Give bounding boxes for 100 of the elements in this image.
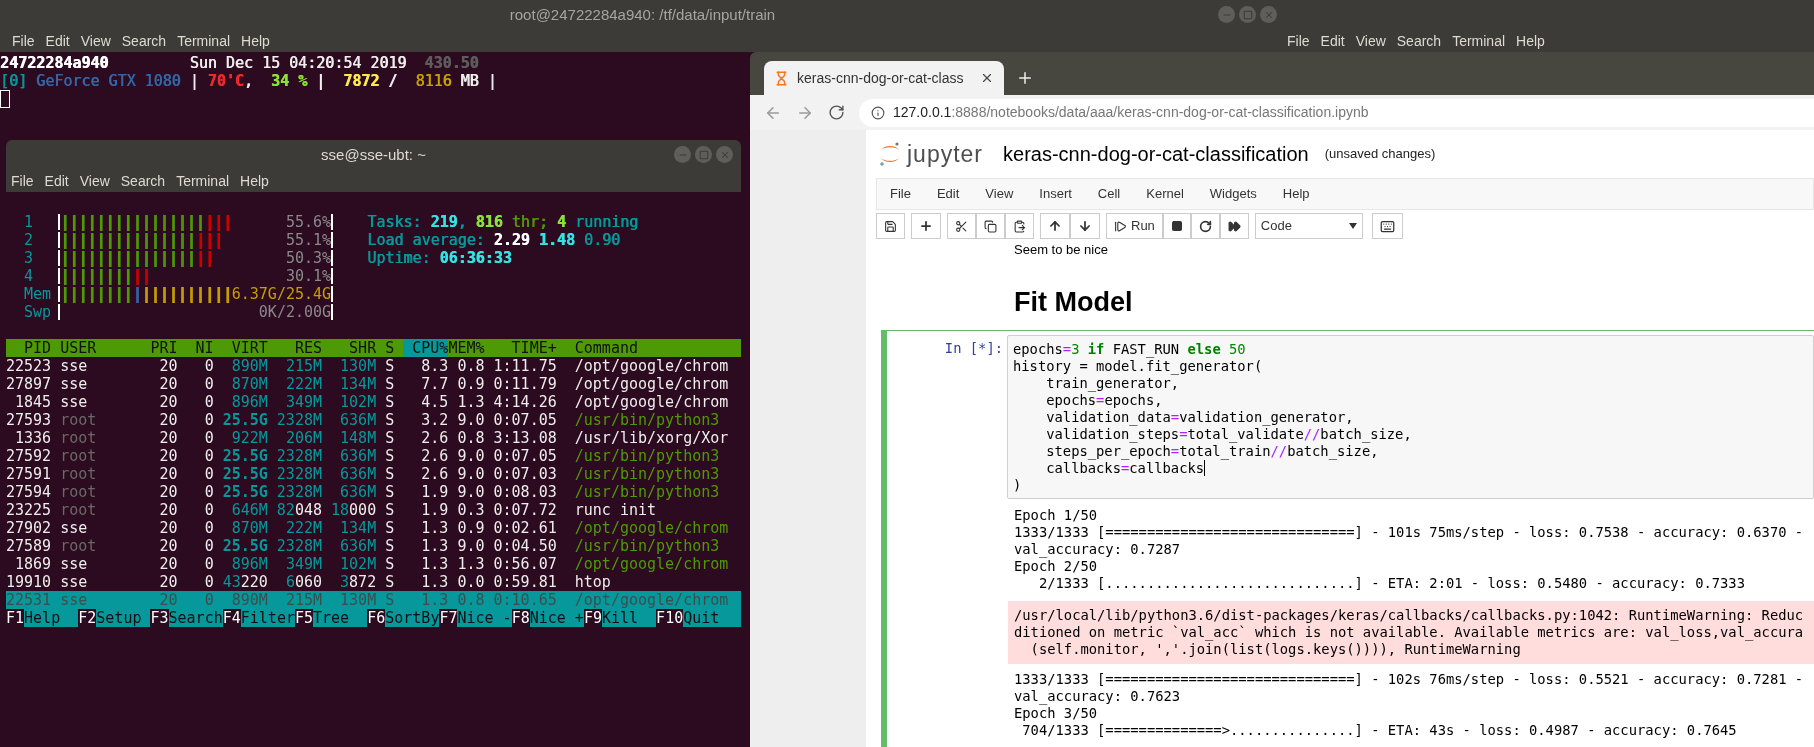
table-cell-text: 0: [203, 591, 214, 609]
menu-item[interactable]: Kernel: [1133, 184, 1197, 204]
process-row[interactable]: 1336 root 20 0 922M 206M 148M S 2.6 0.8 3:13.08 /usr/lib/xorg/Xor: [6, 429, 741, 447]
menu-item[interactable]: File: [877, 184, 924, 204]
status-text: ,: [457, 213, 468, 231]
menu-item[interactable]: File: [1287, 30, 1310, 52]
column-header[interactable]: CPU%: [403, 339, 449, 357]
menu-item[interactable]: Search: [121, 30, 167, 52]
menu-item[interactable]: Search: [120, 170, 166, 192]
reload-icon[interactable]: [828, 104, 845, 121]
menu-item[interactable]: View: [79, 170, 110, 192]
code-cell[interactable]: [881, 330, 1814, 747]
process-row[interactable]: 1869 sse 20 0 896M 349M 102M S 1.3 1.3 0:56.07 /opt/google/chrom: [6, 555, 741, 573]
code-line: steps_per_epoch=total_train//batch_size,: [1046, 443, 1379, 460]
terminal-text: GeForce GTX 1080: [35, 72, 181, 90]
menu-item[interactable]: Search: [1396, 30, 1442, 52]
process-row[interactable]: 22523 sse 20 0 890M 215M 130M S 8.3 0.8 1:11.75 /opt/google/chrom: [6, 357, 741, 375]
restart-button[interactable]: [1190, 213, 1220, 239]
process-row[interactable]: 27594 root 20 0 25.5G 2328M 636M S 1.9 9.0 0:08.03 /usr/bin/python3: [6, 483, 741, 501]
close-icon[interactable]: [980, 71, 994, 85]
status-text: running: [573, 213, 639, 231]
menu-item[interactable]: Insert: [1026, 184, 1085, 204]
paste-button[interactable]: [1005, 213, 1034, 239]
new-tab-icon[interactable]: [1016, 69, 1034, 87]
table-cell-text: 1.3: [420, 573, 449, 591]
menu-item[interactable]: View: [80, 30, 111, 52]
table-cell-text: 148M: [339, 429, 377, 447]
terminal-text: 7872: [343, 72, 380, 90]
menu-item[interactable]: Help: [1516, 30, 1545, 52]
table-cell-text: /opt/google/chrom: [573, 393, 730, 411]
move-down-button[interactable]: [1070, 213, 1100, 239]
table-cell-text: 102M: [339, 393, 377, 411]
code-editor[interactable]: [1007, 335, 1814, 499]
status-text: 816: [475, 213, 503, 231]
menu-item[interactable]: Edit: [44, 170, 69, 192]
table-cell-text: S: [384, 447, 396, 465]
table-cell: 27902: [6, 519, 52, 537]
process-row[interactable]: 19910 sse 20 0 43220 6060 3872 S 1.3 0.0 0:59.81 htop: [6, 573, 741, 591]
table-cell-text: 20: [158, 393, 178, 411]
column-header[interactable]: RES: [294, 339, 322, 357]
shortcuts-button[interactable]: [1371, 213, 1403, 239]
stop-button[interactable]: [1162, 213, 1191, 239]
menu-item[interactable]: Terminal: [1452, 30, 1506, 52]
notebook-title[interactable]: keras-cnn-dog-or-cat-classification: [1003, 139, 1309, 169]
copy-button[interactable]: [976, 213, 1005, 239]
column-header[interactable]: USER: [60, 339, 97, 357]
menu-item[interactable]: File: [12, 30, 35, 52]
column-header[interactable]: VIRT: [231, 339, 268, 357]
insert-cell-button[interactable]: [911, 213, 941, 239]
output-line: 1333/1333 [==============================] - 102s 76ms/step - loss: 0.5521 - accuracy: 0.7281 -: [1013, 671, 1804, 688]
column-header[interactable]: TIME+: [511, 339, 557, 357]
column-header[interactable]: NI: [195, 339, 214, 357]
column-header[interactable]: PID: [24, 339, 52, 357]
run-button[interactable]: Run: [1106, 213, 1163, 239]
run-all-button[interactable]: [1219, 213, 1249, 239]
process-row[interactable]: 23225 root 20 0 646M 82048 18000 S 1.9 0.3 0:07.72 runc init: [6, 501, 741, 519]
menu-item[interactable]: Edit: [45, 30, 70, 52]
column-header[interactable]: Command: [574, 339, 638, 357]
menu-item[interactable]: Widgets: [1196, 184, 1270, 204]
cell-type-select[interactable]: Code: [1254, 213, 1363, 239]
process-row[interactable]: 27592 root 20 0 25.5G 2328M 636M S 2.6 9.0 0:07.05 /usr/bin/python3: [6, 447, 741, 465]
menu-item[interactable]: Help: [240, 170, 269, 192]
table-cell-text: sse: [59, 393, 89, 411]
table-cell-text: 20: [158, 375, 178, 393]
process-row[interactable]: 27591 root 20 0 25.5G 2328M 636M S 2.6 9.0 0:07.03 /usr/bin/python3: [6, 465, 741, 483]
column-header[interactable]: PRI: [150, 339, 178, 357]
menu-item[interactable]: Edit: [923, 184, 973, 204]
menu-item[interactable]: Terminal: [176, 170, 230, 192]
table-cell-text: htop: [573, 573, 612, 591]
save-button[interactable]: [876, 213, 905, 239]
table-cell-text: S: [384, 591, 396, 609]
meter-reading: 6.37G/25.4G: [231, 286, 332, 302]
menu-item[interactable]: File: [11, 170, 34, 192]
menu-item[interactable]: View: [972, 184, 1027, 204]
process-row[interactable]: 27589 root 20 0 25.5G 2328M 636M S 1.3 9.0 0:04.50 /usr/bin/python3: [6, 537, 741, 555]
table-cell-text: root: [59, 411, 98, 429]
browser-tab[interactable]: keras-cnn-dog-or-cat-class: [764, 61, 1004, 95]
table-cell-text: S: [384, 465, 396, 483]
column-header[interactable]: MEM%: [448, 339, 485, 357]
process-row[interactable]: 27897 sse 20 0 870M 222M 134M S 7.7 0.9 0:11.79 /opt/google/chrom: [6, 375, 741, 393]
menu-item[interactable]: Help: [1269, 184, 1323, 204]
address-bar[interactable]: 127.0.0.1:8888/notebooks/data/aaa/keras-cnn-dog-or-cat-classification.ipynb: [859, 98, 1814, 127]
process-row[interactable]: 27593 root 20 0 25.5G 2328M 636M S 3.2 9.0 0:07.05 /usr/bin/python3: [6, 411, 741, 429]
process-row[interactable]: 27902 sse 20 0 870M 222M 134M S 1.3 0.9 0:02.61 /opt/google/chrom: [6, 519, 741, 537]
output-line: val_accuracy: 0.7287: [1013, 541, 1181, 558]
column-header[interactable]: S: [385, 339, 395, 357]
table-cell-text: 636M: [339, 447, 377, 465]
plus-icon: [919, 219, 933, 233]
menu-item[interactable]: Edit: [1320, 30, 1345, 52]
table-cell-text: S: [384, 519, 396, 537]
move-up-button[interactable]: [1040, 213, 1070, 239]
menu-item[interactable]: Help: [241, 30, 270, 52]
cut-button[interactable]: [947, 213, 976, 239]
menu-item[interactable]: Cell: [1084, 184, 1134, 204]
process-row[interactable]: 1845 sse 20 0 896M 349M 102M S 4.5 1.3 4:14.26 /opt/google/chrom: [6, 393, 741, 411]
table-cell-text: 870M: [230, 375, 268, 393]
menu-item[interactable]: View: [1355, 30, 1386, 52]
column-header[interactable]: SHR: [349, 339, 377, 357]
output-line: Epoch 1/50: [1013, 507, 1098, 524]
menu-item[interactable]: Terminal: [177, 30, 231, 52]
